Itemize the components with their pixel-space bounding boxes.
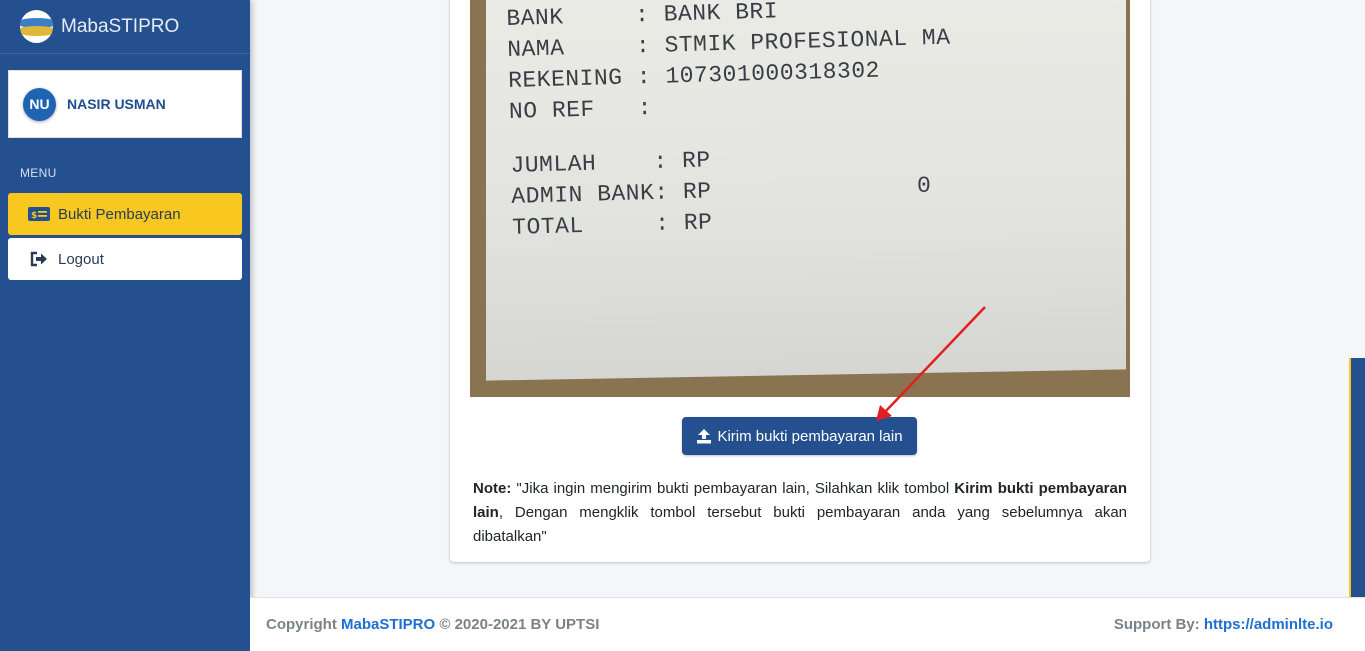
copyright-prefix: Copyright	[266, 616, 341, 633]
note-text: Note: "Jika ingin mengirim bukti pembaya…	[473, 477, 1127, 549]
support-link[interactable]: https://adminlte.io	[1204, 616, 1333, 633]
payment-receipt-image: BANK : BANK BRI NAMA : STMIK PROFESIONAL …	[470, 0, 1130, 397]
sidebar-item-logout[interactable]: Logout	[8, 238, 242, 280]
menu-header: MENU	[20, 166, 57, 180]
note-text-2: , Dengan mengklik tombol tersebut bukti …	[473, 504, 1127, 545]
note-text-1: "Jika ingin mengirim bukti pembayaran la…	[511, 480, 955, 497]
copyright-suffix: © 2020-2021 BY UPTSI	[435, 616, 600, 633]
money-bill-icon: $	[28, 206, 50, 222]
note-prefix: Note:	[473, 480, 512, 497]
footer: Copyright MabaSTIPRO © 2020-2021 BY UPTS…	[250, 597, 1365, 651]
send-other-proof-button[interactable]: Kirim bukti pembayaran lain	[682, 417, 917, 455]
receipt-admin-value: 0	[917, 173, 931, 199]
send-other-proof-label: Kirim bukti pembayaran lain	[717, 427, 903, 445]
sidebar-item-label: Logout	[58, 250, 104, 268]
user-name: NASIR USMAN	[67, 96, 166, 112]
receipt-text: BANK : BANK BRI NAMA : STMIK PROFESIONAL …	[506, 0, 956, 244]
brand-name: MabaSTIPRO	[61, 15, 180, 37]
sidebar-item-bukti-pembayaran[interactable]: $ Bukti Pembayaran	[8, 193, 242, 235]
sidebar: MabaSTIPRO NU NASIR USMAN MENU $ Bukti P…	[0, 0, 250, 651]
payment-proof-card: BANK : BANK BRI NAMA : STMIK PROFESIONAL …	[450, 0, 1150, 562]
sign-out-icon	[28, 251, 50, 267]
avatar: NU	[23, 87, 56, 121]
svg-text:$: $	[31, 211, 37, 221]
right-edge-panel	[1349, 358, 1365, 598]
brand-logo-icon	[20, 10, 53, 43]
user-panel[interactable]: NU NASIR USMAN	[8, 70, 242, 138]
support-prefix: Support By:	[1113, 616, 1204, 633]
copyright: Copyright MabaSTIPRO © 2020-2021 BY UPTS…	[266, 616, 599, 633]
sidebar-item-label: Bukti Pembayaran	[58, 205, 181, 223]
upload-icon	[696, 428, 712, 444]
copyright-link[interactable]: MabaSTIPRO	[341, 616, 435, 633]
support: Support By: https://adminlte.io	[1114, 616, 1333, 633]
brand-link[interactable]: MabaSTIPRO	[0, 0, 250, 54]
